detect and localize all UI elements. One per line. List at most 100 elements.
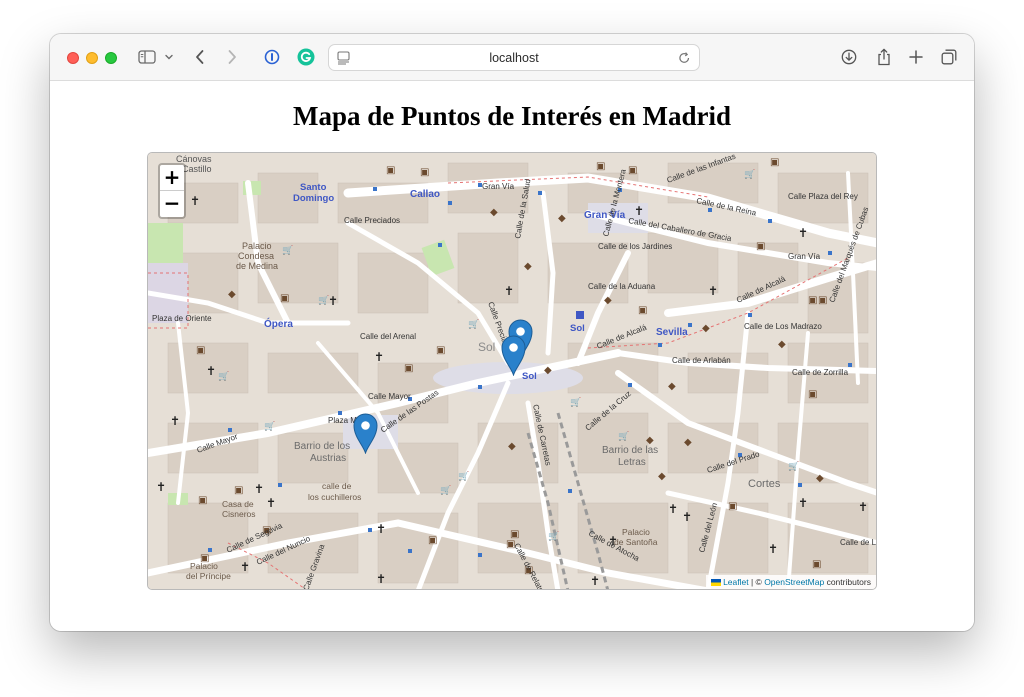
map-label: Cortes bbox=[748, 478, 781, 490]
svg-text:✝: ✝ bbox=[798, 226, 808, 240]
svg-text:◆: ◆ bbox=[604, 295, 612, 306]
svg-text:🛒: 🛒 bbox=[548, 530, 559, 542]
svg-text:🛒: 🛒 bbox=[440, 484, 451, 496]
svg-text:✝: ✝ bbox=[266, 496, 276, 510]
map-label: Castillo bbox=[182, 164, 212, 174]
map-label: Calle de la Aduana bbox=[588, 282, 656, 291]
svg-text:◆: ◆ bbox=[524, 261, 532, 272]
map-label: Austrias bbox=[310, 453, 346, 464]
svg-text:▣: ▣ bbox=[280, 293, 289, 304]
svg-text:✝: ✝ bbox=[254, 482, 264, 496]
zoom-in-button[interactable]: + bbox=[160, 165, 184, 191]
svg-text:◆: ◆ bbox=[702, 323, 710, 334]
svg-text:✝: ✝ bbox=[590, 574, 600, 588]
svg-text:▣: ▣ bbox=[728, 501, 737, 512]
map-label: Sol bbox=[570, 323, 585, 334]
svg-text:🛒: 🛒 bbox=[468, 318, 479, 330]
svg-text:▣: ▣ bbox=[812, 559, 821, 570]
svg-text:🛒: 🛒 bbox=[264, 420, 275, 432]
svg-text:✝: ✝ bbox=[668, 502, 678, 516]
map-label: Barrio de las bbox=[602, 445, 658, 456]
map-container[interactable]: ✝ ✝ ✝ ✝ ✝ ✝ ✝ ✝ ✝ ✝ ✝ ✝ ✝ ✝ ✝ ✝ ✝ ✝ ✝ ✝ ✝ ✝ 🛒 🛒 🛒 🛒 🛒 🛒 🛒 🛒 🛒 🛒… bbox=[147, 152, 877, 590]
svg-text:◆: ◆ bbox=[490, 207, 498, 218]
page-title: Mapa de Puntos de Interés en Madrid bbox=[293, 101, 731, 131]
svg-text:🛒: 🛒 bbox=[218, 370, 229, 382]
map-label: Plaza de Oriente bbox=[152, 314, 212, 323]
map-attribution: Leaflet | © OpenStreetMap contributors bbox=[706, 575, 876, 589]
svg-text:✝: ✝ bbox=[190, 194, 200, 208]
minimize-window-button[interactable] bbox=[86, 52, 98, 64]
map-label: Domingo bbox=[293, 193, 334, 204]
map-label: Ópera bbox=[264, 317, 293, 330]
map-label: Calle de Los Madrazo bbox=[744, 322, 822, 331]
map-label: Calle Plaza del Rey bbox=[788, 192, 858, 201]
maximize-window-button[interactable] bbox=[105, 52, 117, 64]
map-label: Palacio bbox=[190, 561, 218, 571]
svg-text:✝: ✝ bbox=[858, 500, 868, 514]
url-text: localhost bbox=[489, 51, 539, 65]
downloads-icon[interactable] bbox=[839, 46, 859, 68]
svg-text:▣: ▣ bbox=[510, 529, 519, 540]
svg-text:▣: ▣ bbox=[404, 363, 413, 374]
grammarly-icon[interactable] bbox=[296, 46, 316, 68]
map-label: Santo bbox=[300, 182, 327, 193]
tab-overview-icon[interactable] bbox=[939, 46, 959, 68]
svg-text:🛒: 🛒 bbox=[458, 470, 469, 482]
leaflet-link[interactable]: Leaflet bbox=[723, 577, 749, 587]
map-label: Palacio bbox=[622, 527, 650, 537]
zoom-control: + − bbox=[158, 163, 186, 219]
map-label: Calle de los Jardines bbox=[598, 242, 672, 251]
map-label: Callao bbox=[410, 189, 440, 200]
back-icon[interactable] bbox=[191, 46, 209, 68]
svg-text:✝: ✝ bbox=[206, 364, 216, 378]
map-label: Gran Vía bbox=[482, 182, 515, 191]
svg-text:◆: ◆ bbox=[228, 289, 236, 300]
svg-text:✝: ✝ bbox=[376, 522, 386, 536]
svg-text:▣: ▣ bbox=[436, 345, 445, 356]
page-content: Mapa de Puntos de Interés en Madrid ✝ ✝ … bbox=[50, 81, 974, 631]
svg-text:◆: ◆ bbox=[544, 365, 552, 376]
svg-text:✝: ✝ bbox=[240, 560, 250, 574]
sidebar-icon[interactable] bbox=[137, 46, 157, 68]
svg-text:✝: ✝ bbox=[708, 284, 718, 298]
svg-text:◆: ◆ bbox=[668, 381, 676, 392]
svg-text:▣: ▣ bbox=[234, 485, 243, 496]
svg-text:🛒: 🛒 bbox=[744, 168, 755, 180]
address-bar[interactable]: localhost bbox=[328, 44, 700, 71]
forward-icon[interactable] bbox=[223, 46, 241, 68]
map-marker[interactable] bbox=[501, 335, 526, 377]
reload-icon[interactable] bbox=[678, 51, 691, 70]
close-window-button[interactable] bbox=[67, 52, 79, 64]
map-label: Calle de Lope bbox=[840, 538, 877, 547]
new-tab-icon[interactable] bbox=[906, 46, 926, 68]
svg-text:✝: ✝ bbox=[768, 542, 778, 556]
svg-text:▣: ▣ bbox=[420, 167, 429, 178]
svg-text:✝: ✝ bbox=[682, 510, 692, 524]
svg-text:▣: ▣ bbox=[770, 157, 779, 168]
svg-text:◆: ◆ bbox=[508, 441, 516, 452]
svg-text:✝: ✝ bbox=[374, 350, 384, 364]
password-extension-icon[interactable] bbox=[263, 46, 281, 68]
map-label: del Príncipe bbox=[186, 571, 231, 581]
osm-link[interactable]: OpenStreetMap bbox=[764, 577, 824, 587]
svg-text:▣: ▣ bbox=[628, 165, 637, 176]
attribution-suffix: contributors bbox=[826, 577, 871, 587]
share-icon[interactable] bbox=[874, 46, 894, 68]
svg-text:✝: ✝ bbox=[504, 284, 514, 298]
ukraine-flag-icon bbox=[711, 579, 722, 587]
attribution-separator: | © bbox=[750, 577, 762, 587]
chevron-down-icon[interactable] bbox=[163, 46, 175, 68]
svg-text:▣: ▣ bbox=[196, 345, 205, 356]
map-label: Casa de bbox=[222, 499, 254, 509]
zoom-out-button[interactable]: − bbox=[160, 191, 184, 217]
browser-window: localhost Mapa de Puntos de Interés en M… bbox=[50, 34, 974, 631]
map-marker[interactable] bbox=[353, 413, 378, 455]
map-label: Palacio bbox=[242, 241, 272, 251]
svg-text:▣: ▣ bbox=[386, 165, 395, 176]
svg-text:▣: ▣ bbox=[638, 305, 647, 316]
map-label: Sevilla bbox=[656, 327, 688, 338]
svg-text:◆: ◆ bbox=[684, 437, 692, 448]
svg-text:✝: ✝ bbox=[328, 294, 338, 308]
map-label: Calle Mayor bbox=[368, 392, 411, 401]
svg-text:▣: ▣ bbox=[818, 295, 827, 306]
